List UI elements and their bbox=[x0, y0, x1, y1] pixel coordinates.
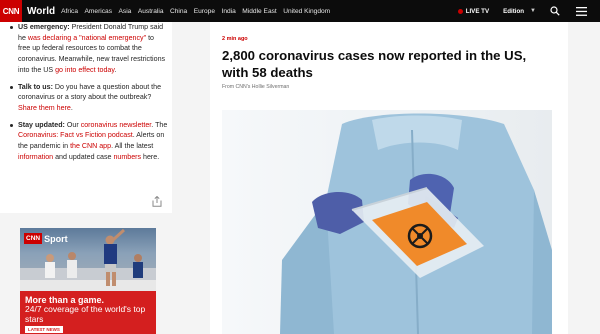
key-points-list: US emergency: President Donald Trump sai… bbox=[10, 22, 168, 168]
travel-restrictions-link[interactable]: go into effect today bbox=[55, 66, 114, 74]
bullet-text: here. bbox=[141, 152, 160, 161]
section-title[interactable]: World bbox=[27, 6, 55, 17]
article-headline: 2,800 coronavirus cases now reported in … bbox=[222, 48, 527, 80]
bullet-lead: US emergency: bbox=[18, 23, 70, 31]
nav-link-china[interactable]: China bbox=[170, 8, 187, 15]
live-tv-button[interactable]: LIVE TV bbox=[457, 7, 490, 15]
list-item: Stay updated: Our coronavirus newsletter… bbox=[10, 120, 168, 163]
bullet-text: . The bbox=[151, 120, 168, 129]
key-points-panel: US emergency: President Donald Trump sai… bbox=[0, 22, 172, 213]
top-nav: CNN World Africa Americas Asia Australia… bbox=[0, 0, 600, 22]
share-stories-link[interactable]: Share them here bbox=[18, 104, 71, 112]
live-dot-icon bbox=[457, 8, 463, 14]
nav-right: LIVE TV Edition ▼ bbox=[457, 0, 600, 22]
ad-text-panel: More than a game. 24/7 coverage of the w… bbox=[20, 291, 156, 334]
case-numbers-link[interactable]: numbers bbox=[113, 153, 141, 161]
nav-link-europe[interactable]: Europe bbox=[194, 8, 215, 15]
nav-link-india[interactable]: India bbox=[221, 8, 235, 15]
article-photo bbox=[222, 110, 552, 334]
newsletter-link[interactable]: coronavirus newsletter bbox=[81, 121, 152, 129]
live-update-card: 2 min ago 2,800 coronavirus cases now re… bbox=[210, 22, 568, 334]
cnn-sport-logo: CNN Sport bbox=[24, 233, 68, 244]
bullet-text: . bbox=[114, 65, 117, 74]
cnn-sport-ad[interactable]: CNN Sport More than a game. 24/7 coverag… bbox=[20, 228, 156, 334]
chevron-down-icon: ▼ bbox=[530, 8, 536, 14]
nav-link-asia[interactable]: Asia bbox=[119, 8, 132, 15]
cnn-logo[interactable]: CNN bbox=[0, 0, 22, 22]
bullet-lead: Talk to us: bbox=[18, 82, 53, 91]
list-item: US emergency: President Donald Trump sai… bbox=[10, 22, 168, 76]
bullet-text: . bbox=[70, 103, 73, 112]
byline: From CNN's Hollie Silverman bbox=[222, 84, 290, 90]
bullet-text: and updated case bbox=[53, 152, 114, 161]
live-tv-label: LIVE TV bbox=[465, 7, 490, 15]
edition-dropdown[interactable]: Edition bbox=[503, 8, 524, 15]
cnn-app-link[interactable]: the CNN app bbox=[70, 142, 111, 150]
menu-icon[interactable] bbox=[574, 4, 588, 18]
emergency-link[interactable]: was declaring a "national emergency" bbox=[28, 34, 146, 42]
information-link[interactable]: information bbox=[18, 153, 53, 161]
search-icon[interactable] bbox=[548, 4, 562, 18]
ad-cnn-logo: CNN bbox=[24, 233, 43, 244]
bullet-text: . All the latest bbox=[111, 142, 154, 151]
bullet-lead: Stay updated: bbox=[18, 120, 65, 129]
ad-sport-label: Sport bbox=[44, 233, 68, 244]
nav-link-middle-east[interactable]: Middle East bbox=[242, 8, 276, 15]
nav-links: Africa Americas Asia Australia China Eur… bbox=[61, 8, 337, 15]
nav-link-americas[interactable]: Americas bbox=[85, 8, 112, 15]
share-icon[interactable] bbox=[152, 194, 162, 207]
nav-link-australia[interactable]: Australia bbox=[138, 8, 164, 15]
latest-news-button[interactable]: LATEST NEWS bbox=[25, 326, 63, 333]
bullet-text: Our bbox=[64, 120, 81, 129]
list-item: Talk to us: Do you have a question about… bbox=[10, 82, 168, 114]
nav-link-united-kingdom[interactable]: United Kingdom bbox=[283, 8, 330, 15]
podcast-link[interactable]: Coronavirus: Fact vs Fiction podcast bbox=[18, 131, 133, 139]
timestamp: 2 min ago bbox=[222, 36, 248, 42]
ad-photo: CNN Sport bbox=[20, 228, 156, 291]
ad-subtext: 24/7 coverage of the world's top stars bbox=[25, 304, 146, 324]
nav-link-africa[interactable]: Africa bbox=[61, 8, 78, 15]
